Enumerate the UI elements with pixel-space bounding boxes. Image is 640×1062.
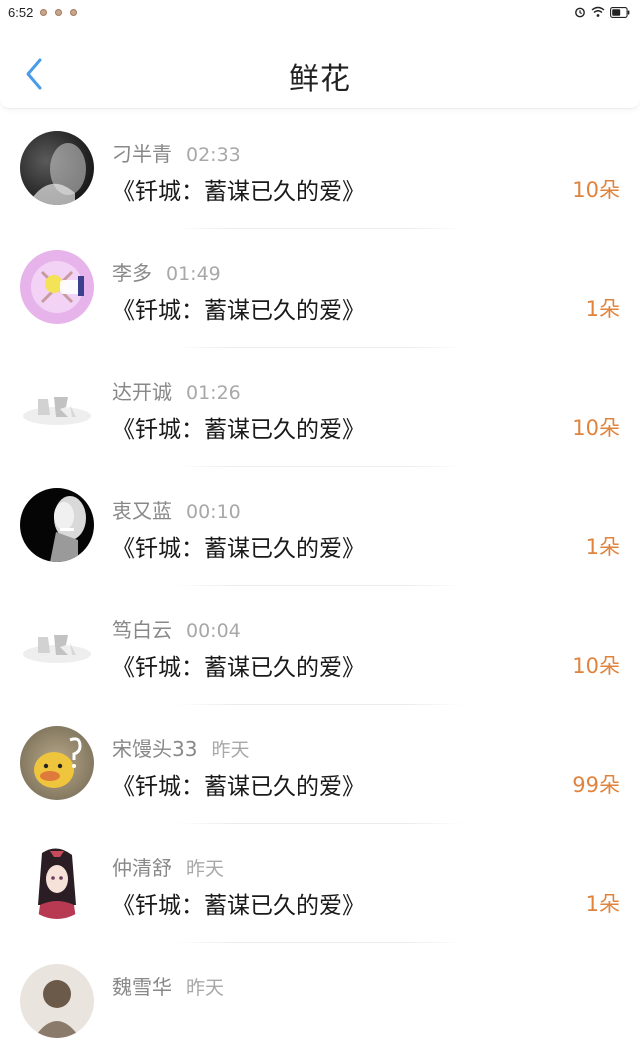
book-title: 《钎城：蓄谋已久的爱》 <box>112 417 365 443</box>
book-title: 《钎城：蓄谋已久的爱》 <box>112 298 365 324</box>
sender-info: 魏雪华 昨天 <box>112 971 224 1000</box>
book-title: 《钎城：蓄谋已久的爱》 <box>112 893 365 919</box>
avatar[interactable] <box>20 369 94 443</box>
sender-info: 宋馒头33 昨天 <box>112 733 249 762</box>
flower-count: 10朵 <box>572 178 620 202</box>
sender-info: 李多 01:49 <box>112 257 221 286</box>
sender-name: 刁半青 <box>112 142 172 166</box>
avatar[interactable] <box>20 488 94 562</box>
sender-name: 仲清舒 <box>112 856 172 880</box>
avatar[interactable] <box>20 131 94 205</box>
flower-count: 10朵 <box>572 654 620 678</box>
flower-count: 1朵 <box>585 535 620 559</box>
flower-list: 刁半青 02:33 《钎城：蓄谋已久的爱》 10朵 李多 01:49 《钎城：蓄谋已… <box>0 110 640 1062</box>
book-title: 《钎城：蓄谋已久的爱》 <box>112 655 365 681</box>
send-time: 昨天 <box>211 739 250 761</box>
sender-name: 李多 <box>112 261 152 285</box>
list-item[interactable]: 宋馒头33 昨天 《钎城：蓄谋已久的爱》 99朵 <box>0 705 640 824</box>
page-title: 鲜花 <box>289 62 351 97</box>
send-time: 昨天 <box>186 858 225 880</box>
notification-icon <box>40 9 47 16</box>
list-item[interactable]: 李多 01:49 《钎城：蓄谋已久的爱》 1朵 <box>0 229 640 348</box>
avatar[interactable] <box>20 726 94 800</box>
alarm-icon <box>575 7 585 18</box>
send-time: 01:26 <box>186 382 241 404</box>
avatar[interactable] <box>20 607 94 681</box>
send-time: 00:10 <box>186 501 241 523</box>
wifi-icon <box>591 6 605 17</box>
flower-count: 1朵 <box>585 297 620 321</box>
sender-name: 衷又蓝 <box>112 499 172 523</box>
avatar[interactable] <box>20 250 94 324</box>
book-title: 《钎城：蓄谋已久的爱》 <box>112 536 365 562</box>
send-time: 02:33 <box>186 144 241 166</box>
status-time: 6:52 <box>8 5 34 20</box>
notification-icon <box>70 9 77 16</box>
flower-count: 10朵 <box>572 416 620 440</box>
send-time: 00:04 <box>186 620 241 642</box>
list-item[interactable]: 笃白云 00:04 《钎城：蓄谋已久的爱》 10朵 <box>0 586 640 705</box>
list-item[interactable]: 刁半青 02:33 《钎城：蓄谋已久的爱》 10朵 <box>0 110 640 229</box>
notification-icon <box>55 9 62 16</box>
sender-info: 仲清舒 昨天 <box>112 852 224 881</box>
sender-info: 笃白云 00:04 <box>112 614 241 643</box>
list-item[interactable]: 魏雪华 昨天 <box>0 943 640 1062</box>
battery-icon <box>610 6 630 18</box>
book-title: 《钎城：蓄谋已久的爱》 <box>112 774 365 800</box>
send-time: 01:49 <box>166 263 221 285</box>
sender-name: 宋馒头33 <box>112 737 198 761</box>
list-item[interactable]: 衷又蓝 00:10 《钎城：蓄谋已久的爱》 1朵 <box>0 467 640 586</box>
sender-name: 笃白云 <box>112 618 172 642</box>
avatar[interactable] <box>20 964 94 1038</box>
sender-info: 刁半青 02:33 <box>112 138 241 167</box>
flower-count: 99朵 <box>572 773 620 797</box>
status-bar: 6:52 <box>0 0 640 28</box>
sender-info: 衷又蓝 00:10 <box>112 495 241 524</box>
list-item[interactable]: 达开诚 01:26 《钎城：蓄谋已久的爱》 10朵 <box>0 348 640 467</box>
nav-header: 鲜花 <box>0 28 640 109</box>
send-time: 昨天 <box>186 977 225 999</box>
sender-info: 达开诚 01:26 <box>112 376 241 405</box>
system-icons <box>574 6 630 18</box>
flower-count: 1朵 <box>585 892 620 916</box>
sender-name: 达开诚 <box>112 380 172 404</box>
book-title: 《钎城：蓄谋已久的爱》 <box>112 179 365 205</box>
list-item[interactable]: 仲清舒 昨天 《钎城：蓄谋已久的爱》 1朵 <box>0 824 640 943</box>
avatar[interactable] <box>20 845 94 919</box>
notification-icons <box>40 9 77 16</box>
sender-name: 魏雪华 <box>112 975 172 999</box>
